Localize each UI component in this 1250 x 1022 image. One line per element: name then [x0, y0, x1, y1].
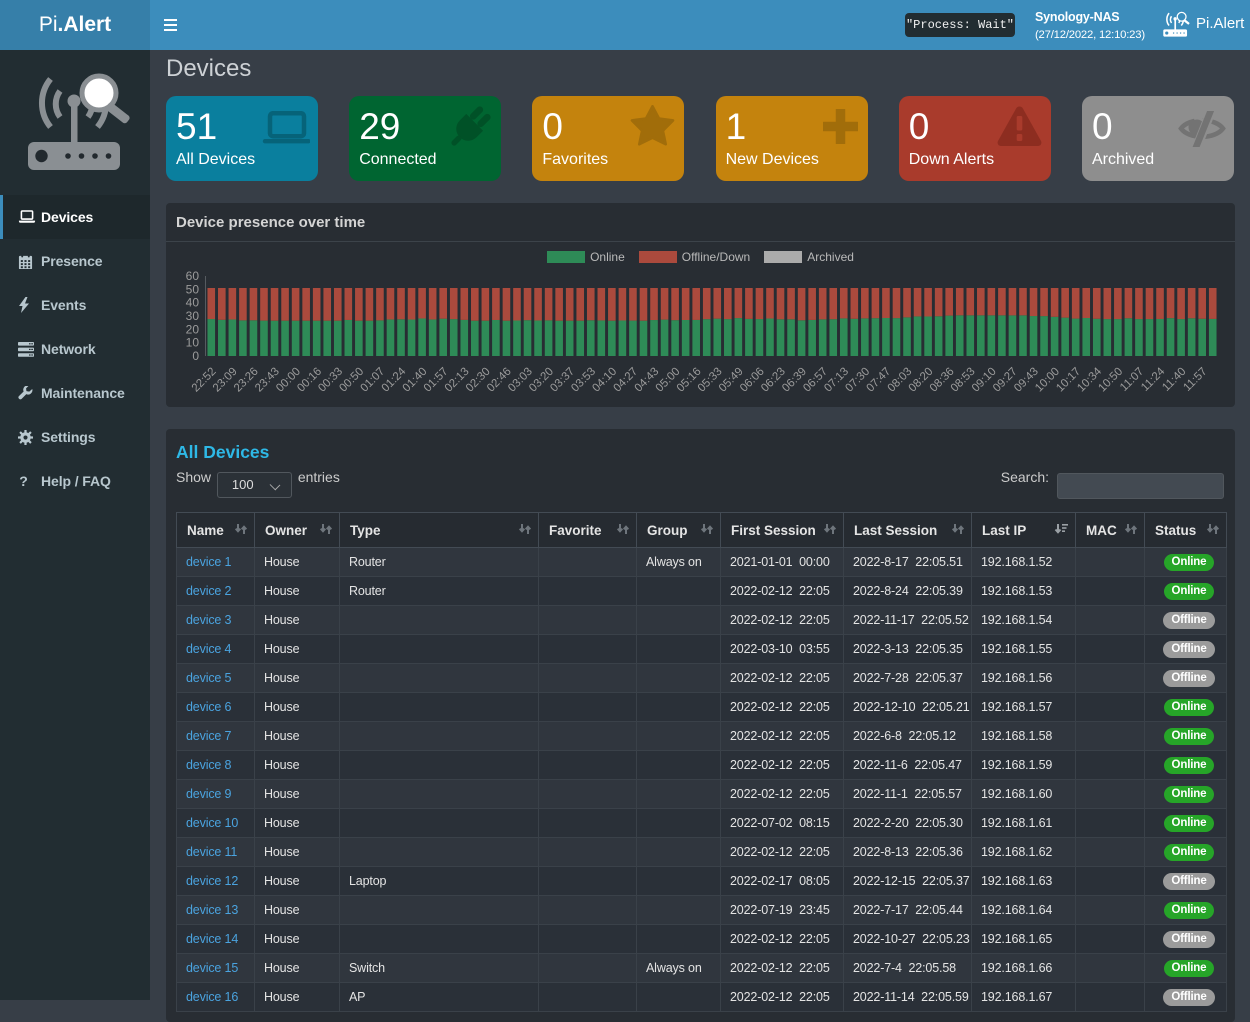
svg-text:40: 40 — [186, 296, 200, 310]
svg-text:20: 20 — [186, 322, 200, 336]
svg-text:10:50: 10:50 — [1096, 366, 1125, 395]
svg-text:11:57: 11:57 — [1181, 366, 1209, 394]
svg-text:30: 30 — [186, 309, 200, 323]
svg-text:50: 50 — [186, 282, 200, 296]
svg-text:0: 0 — [192, 349, 199, 363]
svg-text:60: 60 — [186, 269, 200, 283]
svg-text:10: 10 — [186, 336, 200, 350]
svg-text:?: ? — [19, 474, 28, 489]
